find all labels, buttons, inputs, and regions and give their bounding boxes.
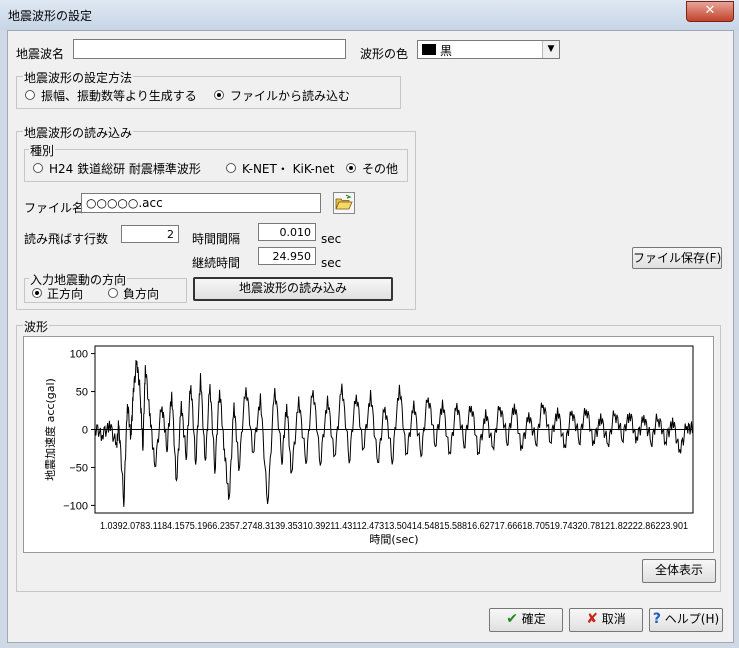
chevron-down-icon[interactable]: ▼: [542, 41, 559, 58]
cancel-button-label: 取消: [601, 612, 626, 626]
color-select[interactable]: 黒 ▼: [417, 40, 560, 59]
radio-generate-label[interactable]: 振幅、振動数等より生成する: [41, 87, 197, 104]
method-group-title: 地震波形の設定方法: [23, 69, 134, 86]
window-title: 地震波形の設定: [8, 9, 93, 23]
help-icon: ?: [652, 611, 661, 627]
show-all-button[interactable]: 全体表示: [642, 559, 716, 583]
radio-other[interactable]: [346, 163, 356, 173]
save-file-button[interactable]: ファイル保存(F): [632, 247, 722, 269]
y-tick-label: 100: [70, 349, 88, 361]
title-bar: 地震波形の設定 ✕: [0, 0, 739, 30]
load-group-title: 地震波形の読み込み: [23, 124, 134, 141]
ok-button[interactable]: ✔ 確定: [489, 608, 563, 632]
radio-negative[interactable]: [108, 288, 118, 298]
quake-name-label: 地震波名: [16, 47, 65, 61]
load-group: 地震波形の読み込み 種別 H24 鉄道総研 耐震標準波形 K-NET・ KiK-…: [16, 124, 416, 310]
checkmark-icon: ✔: [506, 611, 518, 627]
waveform-group-title: 波形: [23, 318, 50, 335]
duration-unit: sec: [321, 256, 342, 270]
x-tick-labels: 1.0392.0783.1184.1575.1966.2357.2748.313…: [100, 521, 688, 532]
help-button[interactable]: ? ヘルプ(H): [649, 608, 723, 632]
duration-label: 継続時間: [192, 256, 241, 270]
waveform-group: 波形 100 50 0 −50 −100 1.0392.0783.1184.1575.19…: [16, 318, 721, 592]
close-button[interactable]: ✕: [686, 1, 734, 22]
radio-other-label[interactable]: その他: [362, 160, 398, 177]
waveform-chart: 100 50 0 −50 −100 1.0392.0783.1184.1575.1966.…: [43, 345, 694, 546]
x-axis-title: 時間(sec): [369, 533, 418, 546]
folder-open-icon-graphic: [335, 194, 353, 210]
cross-icon: ✘: [586, 611, 598, 627]
load-waveform-button[interactable]: 地震波形の読み込み: [193, 277, 393, 301]
y-tick-label: −50: [69, 462, 88, 474]
radio-h24-label[interactable]: H24 鉄道総研 耐震標準波形: [49, 160, 201, 177]
kind-group: 種別 H24 鉄道総研 耐震標準波形 K-NET・ KiK-net その他: [24, 142, 408, 182]
y-tick-label: 50: [76, 387, 88, 399]
direction-group: 入力地震動の方向 正方向 負方向: [24, 271, 187, 303]
radio-h24[interactable]: [33, 163, 43, 173]
folder-open-icon[interactable]: [333, 192, 355, 214]
kind-group-title: 種別: [29, 142, 56, 159]
file-name-input[interactable]: ○○○○○.acc: [81, 193, 321, 213]
file-name-label: ファイル名: [24, 201, 85, 215]
radio-file[interactable]: [214, 90, 224, 100]
method-group: 地震波形の設定方法 振幅、振動数等より生成する ファイルから読み込む: [16, 69, 401, 109]
duration-input[interactable]: 24.950: [258, 247, 316, 265]
radio-negative-label[interactable]: 負方向: [123, 285, 159, 302]
interval-label: 時間間隔: [192, 232, 241, 246]
radio-positive-label[interactable]: 正方向: [47, 285, 83, 302]
y-tick-label: −100: [63, 500, 88, 512]
waveform-plot-frame: 100 50 0 −50 −100 1.0392.0783.1184.1575.1966.…: [23, 336, 714, 553]
help-button-label: ヘルプ(H): [664, 612, 720, 626]
radio-positive[interactable]: [32, 288, 42, 298]
y-tick-label: 0: [82, 425, 88, 437]
ok-button-label: 確定: [521, 612, 546, 626]
radio-knet[interactable]: [226, 163, 236, 173]
quake-name-input[interactable]: [73, 39, 346, 59]
radio-file-label[interactable]: ファイルから読み込む: [230, 87, 350, 104]
dialog-client: 地震波名 波形の色 黒 ▼ 地震波形の設定方法 振幅、振動数等より生成する ファ…: [7, 30, 734, 643]
interval-input[interactable]: 0.010: [258, 223, 316, 241]
color-select-value: 黒: [440, 44, 453, 58]
radio-knet-label[interactable]: K-NET・ KiK-net: [242, 160, 334, 177]
color-label: 波形の色: [360, 47, 409, 61]
skip-rows-input[interactable]: 2: [121, 225, 179, 243]
color-swatch: [422, 44, 436, 55]
interval-unit: sec: [321, 232, 342, 246]
skip-rows-label: 読み飛ばす行数: [24, 232, 109, 246]
y-axis-title: 地震加速度 acc(gal): [43, 378, 57, 481]
cancel-button[interactable]: ✘ 取消: [569, 608, 643, 632]
radio-generate[interactable]: [25, 90, 35, 100]
